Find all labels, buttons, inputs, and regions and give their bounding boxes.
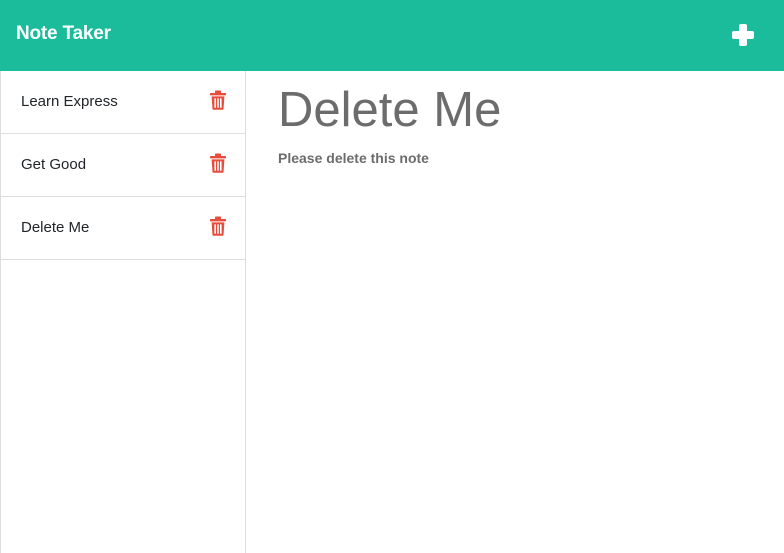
delete-note-button[interactable] bbox=[209, 153, 227, 173]
navbar: Note Taker bbox=[0, 0, 784, 71]
note-text-area[interactable]: Please delete this note bbox=[278, 150, 758, 530]
new-note-button[interactable] bbox=[728, 20, 758, 50]
note-list-item-title: Delete Me bbox=[21, 219, 90, 236]
trash-icon bbox=[210, 90, 226, 110]
note-list-item[interactable]: Get Good bbox=[1, 134, 245, 197]
plus-icon bbox=[732, 24, 754, 46]
note-list-item[interactable]: Delete Me bbox=[1, 197, 245, 260]
delete-note-button[interactable] bbox=[209, 216, 227, 236]
brand-title[interactable]: Note Taker bbox=[16, 23, 111, 45]
note-editor: Please delete this note bbox=[246, 71, 784, 553]
trash-icon bbox=[210, 153, 226, 173]
note-list: Learn Express Get Good Delete Me bbox=[0, 71, 246, 553]
note-list-item[interactable]: Learn Express bbox=[1, 71, 245, 134]
trash-icon bbox=[210, 216, 226, 236]
note-list-item-title: Learn Express bbox=[21, 93, 118, 110]
note-title-input[interactable] bbox=[278, 81, 758, 140]
note-list-item-title: Get Good bbox=[21, 156, 87, 173]
delete-note-button[interactable] bbox=[209, 90, 227, 110]
